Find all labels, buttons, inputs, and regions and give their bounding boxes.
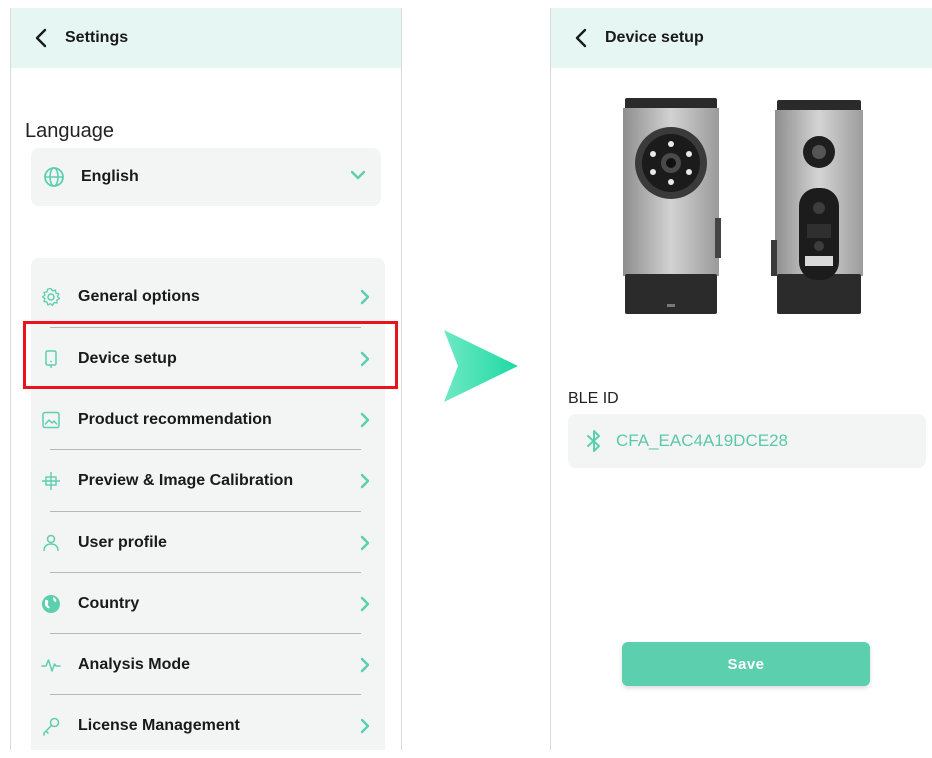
- settings-header: Settings: [11, 8, 401, 68]
- chevron-right-icon: [360, 351, 370, 367]
- menu-item-label: License Management: [78, 717, 240, 734]
- page-title: Settings: [65, 29, 129, 46]
- chevron-right-icon: [360, 412, 370, 428]
- ble-id-field[interactable]: CFA_EAC4A19DCE28: [568, 414, 926, 468]
- chevron-down-icon: [350, 170, 366, 180]
- chevron-left-icon: [575, 28, 587, 48]
- back-button[interactable]: [17, 8, 65, 68]
- back-button[interactable]: [557, 8, 605, 68]
- chevron-right-icon: [360, 473, 370, 489]
- language-dropdown[interactable]: English: [31, 148, 381, 206]
- menu-item-label: Product recommendation: [78, 411, 272, 428]
- device-setup-header: Device setup: [551, 8, 932, 68]
- device-setup-screen: Device setup BLE ID CFA_EAC4A19DCE28 Sav…: [550, 8, 932, 750]
- menu-item-label: Device setup: [78, 350, 177, 367]
- transition-arrow-icon: [444, 330, 518, 402]
- ble-id-value: CFA_EAC4A19DCE28: [616, 431, 788, 450]
- earth-icon: [42, 595, 60, 613]
- menu-item-label: Preview & Image Calibration: [78, 472, 294, 489]
- globe-icon: [44, 167, 64, 187]
- divider: [50, 694, 361, 695]
- settings-screen: Settings Language English General option…: [10, 8, 402, 750]
- menu-item-product-recommendation[interactable]: Product recommendation: [31, 396, 385, 444]
- menu-item-label: General options: [78, 288, 200, 305]
- menu-item-preview-calibration[interactable]: Preview & Image Calibration: [31, 457, 385, 505]
- menu-item-label: Country: [78, 595, 140, 612]
- menu-item-license-management[interactable]: License Management: [31, 702, 385, 750]
- key-icon: [43, 717, 60, 736]
- chevron-right-icon: [360, 289, 370, 305]
- save-button[interactable]: Save: [622, 642, 870, 686]
- divider: [50, 572, 361, 573]
- divider: [50, 633, 361, 634]
- divider: [50, 327, 361, 328]
- pulse-icon: [41, 659, 61, 672]
- menu-item-user-profile[interactable]: User profile: [31, 519, 385, 567]
- settings-menu: General options Device setup Product rec…: [31, 258, 385, 750]
- chevron-right-icon: [360, 718, 370, 734]
- menu-item-general-options[interactable]: General options: [31, 273, 385, 321]
- menu-item-label: User profile: [78, 534, 167, 551]
- chevron-left-icon: [35, 28, 47, 48]
- image-icon: [42, 411, 60, 429]
- chevron-right-icon: [360, 657, 370, 673]
- page-title: Device setup: [605, 29, 704, 46]
- divider: [50, 449, 361, 450]
- device-icon: [45, 350, 57, 368]
- chevron-right-icon: [360, 535, 370, 551]
- device-front-image: [623, 98, 721, 314]
- gear-icon: [41, 287, 61, 307]
- bluetooth-icon: [587, 430, 600, 452]
- crosshair-icon: [42, 472, 60, 490]
- menu-item-country[interactable]: Country: [31, 580, 385, 628]
- divider: [50, 511, 361, 512]
- menu-item-device-setup[interactable]: Device setup: [31, 335, 385, 383]
- menu-item-label: Analysis Mode: [78, 656, 191, 673]
- device-back-image: [771, 100, 863, 314]
- chevron-right-icon: [360, 596, 370, 612]
- divider: [50, 388, 361, 389]
- language-label: Language: [25, 120, 114, 142]
- menu-item-analysis-mode[interactable]: Analysis Mode: [31, 641, 385, 689]
- user-icon: [43, 534, 59, 552]
- ble-id-label: BLE ID: [568, 390, 619, 407]
- language-value: English: [81, 168, 139, 185]
